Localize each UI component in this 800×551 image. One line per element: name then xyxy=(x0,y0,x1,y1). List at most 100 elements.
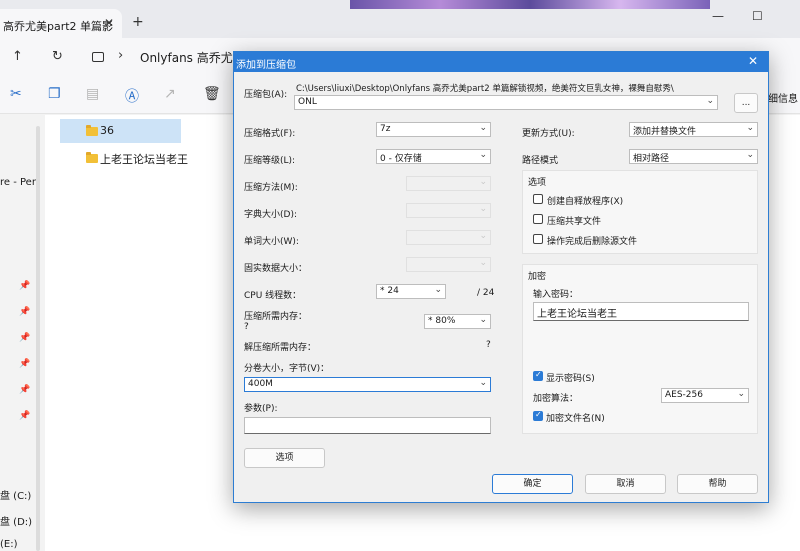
chevron-down-icon: ⌄ xyxy=(746,150,754,160)
password-label: 输入密码： xyxy=(533,290,579,300)
cancel-button[interactable]: 取消 xyxy=(585,474,666,494)
memory-usage-value: * 80% xyxy=(428,316,456,326)
tab-close-icon[interactable]: ✕ xyxy=(104,16,114,30)
path-mode-label: 路径模式 xyxy=(522,156,559,166)
mem-decomp-value: ? xyxy=(486,340,491,350)
sfx-checkbox[interactable] xyxy=(533,194,543,204)
threads-max: / 24 xyxy=(477,288,495,298)
chevron-down-icon: ⌄ xyxy=(479,315,487,325)
chevron-down-icon: ⌄ xyxy=(434,285,442,295)
show-password-checkbox[interactable] xyxy=(533,370,543,381)
pin-icon: 📌 xyxy=(19,359,31,369)
tab-title: 高乔尤美part2 单篇影 xyxy=(3,20,114,33)
volume-label: 分卷大小，字节(V)： xyxy=(244,364,330,374)
options-button[interactable]: 选项 xyxy=(244,448,325,468)
solid-label: 固实数据大小： xyxy=(244,264,308,274)
archive-label: 压缩包(A): xyxy=(244,90,288,100)
encrypt-filenames-checkbox[interactable] xyxy=(533,410,543,421)
dialog-titlebar: 添加到压缩包 ✕ xyxy=(234,52,768,72)
list-item[interactable]: 36 xyxy=(60,119,181,143)
encryption-method-select[interactable]: AES-256 ⌄ xyxy=(661,388,749,403)
params-label: 参数(P): xyxy=(244,404,278,414)
chevron-down-icon: ⌄ xyxy=(479,150,487,160)
breadcrumb-chevron-icon: › xyxy=(118,48,124,63)
pin-icon: 📌 xyxy=(19,333,31,343)
mem-decomp-label: 解压缩所需内存： xyxy=(244,343,317,353)
dict-select: ⌄ xyxy=(406,203,491,218)
format-label: 压缩格式(F): xyxy=(244,129,296,139)
options-group-title: 选项 xyxy=(528,178,547,188)
folder-icon xyxy=(86,152,98,163)
list-item[interactable]: 上老王论坛当老王 xyxy=(60,146,188,170)
delete-icon[interactable]: 🗑 xyxy=(203,86,221,102)
share-icon[interactable]: ↗ xyxy=(164,86,176,102)
chevron-down-icon: ⌄ xyxy=(479,231,487,241)
mem-comp-value: ? xyxy=(244,322,249,332)
minimize-icon[interactable]: — xyxy=(712,9,724,23)
solid-select: ⌄ xyxy=(406,257,491,272)
shared-files-checkbox[interactable] xyxy=(533,214,543,224)
options-group: 选项 创建自释放程序(X) 压缩共享文件 操作完成后删除源文件 xyxy=(522,170,758,254)
folder-icon xyxy=(86,125,98,136)
explorer-tab[interactable]: 高乔尤美part2 单篇影 ✕ xyxy=(0,9,122,38)
add-to-archive-dialog: 添加到压缩包 ✕ 压缩包(A): C:\Users\liuxi\Desktop\… xyxy=(233,51,769,503)
delete-source-label: 操作完成后删除源文件 xyxy=(547,237,638,247)
browse-button[interactable]: ... xyxy=(734,93,758,113)
sidebar-item-drive-e[interactable]: (E:) xyxy=(0,539,18,550)
update-mode-value: 添加并替换文件 xyxy=(633,127,697,137)
chevron-down-icon: ⌄ xyxy=(737,389,745,399)
cut-icon[interactable]: ✂ xyxy=(10,86,22,102)
new-tab-icon[interactable]: + xyxy=(132,14,144,30)
help-button[interactable]: 帮助 xyxy=(677,474,758,494)
sidebar-item-recent[interactable]: re - Per xyxy=(0,177,36,188)
paste-icon[interactable]: ▤ xyxy=(86,86,99,102)
up-arrow-icon[interactable]: ↑ xyxy=(12,49,23,64)
delete-source-checkbox[interactable] xyxy=(533,234,543,244)
details-button[interactable]: 细信息 xyxy=(768,90,798,105)
password-input[interactable]: 上老王论坛当老王 xyxy=(533,302,749,321)
update-mode-select[interactable]: 添加并替换文件 ⌄ xyxy=(629,122,758,137)
threads-label: CPU 线程数： xyxy=(244,291,302,301)
copy-icon[interactable]: ❐ xyxy=(48,86,61,102)
path-mode-value: 相对路径 xyxy=(633,154,670,164)
close-icon[interactable]: ✕ xyxy=(748,54,758,68)
sfx-label: 创建自释放程序(X) xyxy=(547,197,624,207)
ok-button[interactable]: 确定 xyxy=(492,474,573,494)
sidebar-scrollbar[interactable] xyxy=(36,126,40,551)
breadcrumb[interactable]: Onlyfans 高乔尤美 xyxy=(140,49,245,66)
encrypt-filenames-label: 加密文件名(N) xyxy=(546,414,605,424)
pin-icon: 📌 xyxy=(19,281,31,291)
word-select: ⌄ xyxy=(406,230,491,245)
file-name: 上老王论坛当老王 xyxy=(100,153,188,166)
update-mode-label: 更新方式(U): xyxy=(522,129,575,139)
encryption-group-title: 加密 xyxy=(528,272,547,282)
level-value: 0 - 仅存储 xyxy=(380,154,422,164)
method-select: ⌄ xyxy=(406,176,491,191)
word-label: 单词大小(W): xyxy=(244,237,299,247)
sidebar-item-drive-c[interactable]: 盘 (C:) xyxy=(0,487,31,502)
chevron-down-icon: ⌄ xyxy=(746,123,754,133)
monitor-icon[interactable] xyxy=(92,52,104,62)
rename-icon[interactable]: Ⓐ xyxy=(125,86,139,106)
level-label: 压缩等级(L): xyxy=(244,156,296,166)
memory-usage-select[interactable]: * 80% ⌄ xyxy=(424,314,491,329)
chevron-down-icon: ⌄ xyxy=(479,177,487,187)
sidebar-item-drive-d[interactable]: 盘 (D:) xyxy=(0,513,32,528)
threads-value: * 24 xyxy=(380,286,399,296)
refresh-icon[interactable]: ↻ xyxy=(52,49,63,64)
archive-name-combo[interactable]: ONL ⌄ xyxy=(294,95,718,110)
level-select[interactable]: 0 - 仅存储 ⌄ xyxy=(376,149,491,164)
encryption-method-label: 加密算法： xyxy=(533,394,579,404)
volume-size-value: 400M xyxy=(248,379,273,389)
params-input[interactable] xyxy=(244,417,491,434)
chevron-down-icon: ⌄ xyxy=(479,204,487,214)
archive-name-value: ONL xyxy=(298,97,317,107)
method-label: 压缩方法(M): xyxy=(244,183,298,193)
archive-path: C:\Users\liuxi\Desktop\Onlyfans 高乔尤美part… xyxy=(296,84,674,94)
maximize-icon[interactable]: ☐ xyxy=(752,9,763,23)
format-select[interactable]: 7z ⌄ xyxy=(376,122,491,137)
volume-size-combo[interactable]: 400M ⌄ xyxy=(244,377,491,392)
path-mode-select[interactable]: 相对路径 ⌄ xyxy=(629,149,758,164)
threads-select[interactable]: * 24 ⌄ xyxy=(376,284,446,299)
chevron-down-icon: ⌄ xyxy=(706,96,714,106)
